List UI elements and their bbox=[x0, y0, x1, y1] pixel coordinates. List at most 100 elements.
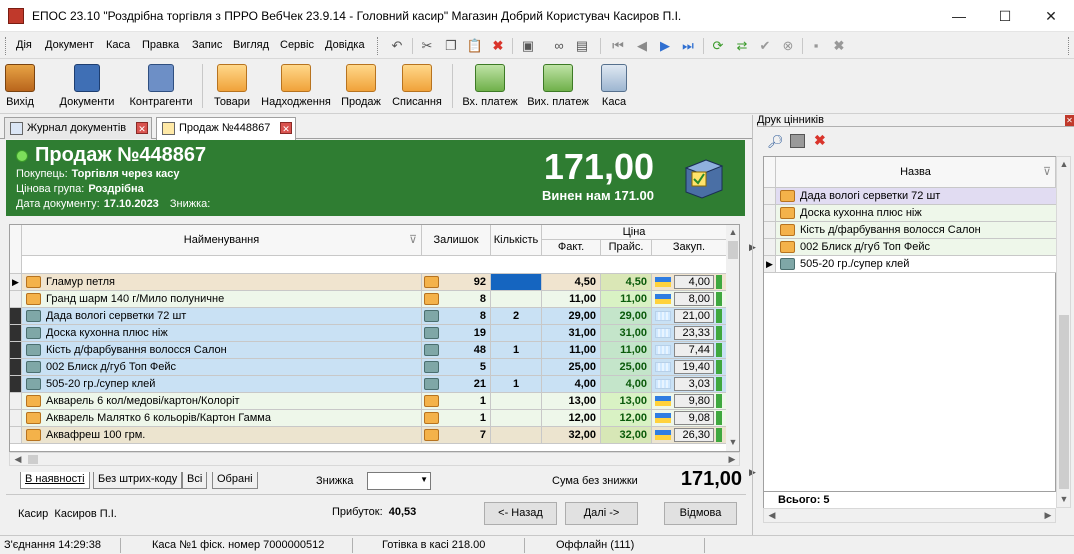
cell-list[interactable]: 13,00 bbox=[601, 393, 652, 409]
table-row[interactable]: Кість д/фарбування волосся Салон 48 1 11,00… bbox=[10, 342, 739, 359]
purchase-box[interactable]: 3,03 bbox=[674, 377, 714, 391]
list-item[interactable]: ▶ 505-20 гр./супер клей bbox=[764, 256, 1056, 273]
menu-view[interactable]: Вигляд bbox=[233, 39, 269, 51]
cancel-icon[interactable]: ⊗ bbox=[779, 37, 797, 55]
cell-purchase[interactable]: 19,40 bbox=[652, 359, 727, 375]
row-indicator[interactable] bbox=[10, 291, 22, 307]
menu-action[interactable]: Дія bbox=[16, 39, 32, 51]
next-icon[interactable]: ▶ bbox=[656, 37, 674, 55]
sale-button[interactable]: Продаж bbox=[338, 62, 384, 112]
cash-register-icon[interactable] bbox=[682, 154, 726, 200]
header-list[interactable]: Прайс. bbox=[601, 240, 652, 256]
refresh-list-icon[interactable]: ⇄ bbox=[733, 37, 751, 55]
row-indicator[interactable] bbox=[10, 427, 22, 443]
row-indicator[interactable] bbox=[10, 342, 22, 358]
row-indicator[interactable] bbox=[764, 239, 776, 255]
close-tab-icon[interactable]: ✕ bbox=[136, 122, 148, 134]
purchase-box[interactable]: 7,44 bbox=[674, 343, 714, 357]
outgoing-payment-button[interactable]: Вих. платеж bbox=[526, 62, 590, 112]
scroll-down-icon[interactable]: ▼ bbox=[1057, 494, 1071, 504]
table-row[interactable]: Аквафреш 100 грм. 7 32,00 32,00 26,30 bbox=[10, 427, 739, 444]
hscroll-thumb[interactable] bbox=[28, 455, 38, 464]
cell-fact[interactable]: 11,00 bbox=[542, 342, 601, 358]
cell-qty[interactable]: 1 bbox=[491, 376, 542, 392]
paste-icon[interactable]: 📋 bbox=[466, 37, 484, 55]
tags-hscrollbar[interactable]: ◀ ▶ bbox=[763, 508, 1056, 523]
list-item[interactable]: 002 Блиск д/губ Топ Фейс bbox=[764, 239, 1056, 256]
cell-purchase[interactable]: 4,00 bbox=[652, 274, 727, 290]
filter-row[interactable] bbox=[22, 256, 727, 274]
cell-list[interactable]: 4,00 bbox=[601, 376, 652, 392]
tab-all[interactable]: Всі bbox=[182, 472, 208, 489]
cell-qty[interactable] bbox=[491, 359, 542, 375]
cell-purchase[interactable]: 23,33 bbox=[652, 325, 727, 341]
grid-hscrollbar[interactable]: ◀ ▶ bbox=[9, 452, 740, 466]
cell-list[interactable]: 29,00 bbox=[601, 308, 652, 324]
list-item[interactable]: Кість д/фарбування волосся Салон bbox=[764, 222, 1056, 239]
cell-stock[interactable]: 1 bbox=[422, 410, 491, 426]
cell-stock[interactable]: 8 bbox=[422, 291, 491, 307]
menu-record[interactable]: Запис bbox=[192, 39, 222, 51]
cell-tag-name[interactable]: Доска кухонна плюс ніж bbox=[776, 205, 1056, 221]
table-row[interactable]: 002 Блиск д/губ Топ Фейс 5 25,00 25,00 19,40 bbox=[10, 359, 739, 376]
cell-list[interactable]: 11,00 bbox=[601, 291, 652, 307]
cell-purchase[interactable]: 21,00 bbox=[652, 308, 727, 324]
row-indicator[interactable] bbox=[10, 308, 22, 324]
binoculars-icon[interactable]: ∞ bbox=[550, 37, 568, 55]
row-indicator[interactable] bbox=[10, 325, 22, 341]
delete-tags-icon[interactable]: ✖ bbox=[814, 132, 826, 149]
cell-fact[interactable]: 29,00 bbox=[542, 308, 601, 324]
scroll-right-icon[interactable]: ▶ bbox=[726, 454, 738, 465]
minimize-button[interactable]: — bbox=[936, 0, 982, 32]
tab-sale[interactable]: Продаж №448867 ✕ bbox=[156, 117, 296, 140]
row-indicator[interactable] bbox=[10, 359, 22, 375]
cell-stock[interactable]: 7 bbox=[422, 427, 491, 443]
cell-qty[interactable] bbox=[491, 291, 542, 307]
cell-name[interactable]: Акварель Малятко 6 кольорів/Картон Гамма bbox=[22, 410, 422, 426]
tab-journal[interactable]: Журнал документів ✕ bbox=[4, 117, 152, 139]
cell-tag-name[interactable]: 505-20 гр./супер клей bbox=[776, 256, 1056, 272]
purchase-box[interactable]: 19,40 bbox=[674, 360, 714, 374]
list-item[interactable]: Доска кухонна плюс ніж bbox=[764, 205, 1056, 222]
cell-list[interactable]: 4,50 bbox=[601, 274, 652, 290]
table-row[interactable]: Гранд шарм 140 г/Мило полуничне 8 11,00 11,… bbox=[10, 291, 739, 308]
close-panel-icon[interactable]: ✕ bbox=[1065, 115, 1074, 126]
cell-fact[interactable]: 12,00 bbox=[542, 410, 601, 426]
cell-tag-name[interactable]: Дада вологі серветки 72 шт bbox=[776, 188, 1056, 204]
scroll-left-icon[interactable]: ◀ bbox=[12, 454, 24, 465]
cell-purchase[interactable]: 26,30 bbox=[652, 427, 727, 443]
cell-stock[interactable]: 19 bbox=[422, 325, 491, 341]
printer-icon[interactable] bbox=[790, 134, 805, 148]
tab-favorites[interactable]: Обрані bbox=[212, 472, 258, 489]
documents-button[interactable]: Документи bbox=[56, 62, 118, 112]
scroll-up-icon[interactable]: ▲ bbox=[726, 227, 739, 237]
header-fact[interactable]: Факт. bbox=[542, 240, 601, 256]
price-group-value[interactable]: Роздрібна bbox=[88, 183, 143, 195]
header-name[interactable]: Найменування ⊽ bbox=[22, 225, 422, 256]
first-icon[interactable]: ⏮ bbox=[609, 37, 627, 55]
close-doc-icon[interactable]: ✖ bbox=[830, 37, 848, 55]
scroll-right-icon[interactable]: ▶ bbox=[1042, 510, 1054, 521]
cell-list[interactable]: 11,00 bbox=[601, 342, 652, 358]
cell-list[interactable]: 12,00 bbox=[601, 410, 652, 426]
cell-fact[interactable]: 25,00 bbox=[542, 359, 601, 375]
row-indicator[interactable] bbox=[764, 222, 776, 238]
purchase-box[interactable]: 4,00 bbox=[674, 275, 714, 289]
row-indicator[interactable] bbox=[10, 410, 22, 426]
tab-in-stock[interactable]: В наявності bbox=[20, 472, 90, 489]
print-setup-icon[interactable]: ▤ bbox=[573, 37, 591, 55]
cut-icon[interactable]: ✂ bbox=[418, 37, 436, 55]
cash-button[interactable]: Каса bbox=[596, 62, 632, 112]
cell-name[interactable]: Дада вологі серветки 72 шт bbox=[22, 308, 422, 324]
cell-list[interactable]: 32,00 bbox=[601, 427, 652, 443]
cell-stock[interactable]: 5 bbox=[422, 359, 491, 375]
undo-icon[interactable]: ↶ bbox=[388, 37, 406, 55]
purchase-box[interactable]: 9,08 bbox=[674, 411, 714, 425]
cell-name[interactable]: 002 Блиск д/губ Топ Фейс bbox=[22, 359, 422, 375]
menu-help[interactable]: Довідка bbox=[325, 39, 365, 51]
cell-fact[interactable]: 4,50 bbox=[542, 274, 601, 290]
table-row[interactable]: Акварель 6 кол/медові/картон/Колорiт 1 13,… bbox=[10, 393, 739, 410]
scroll-up-icon[interactable]: ▲ bbox=[1057, 159, 1071, 169]
cell-name[interactable]: Доска кухонна плюс ніж bbox=[22, 325, 422, 341]
cell-fact[interactable]: 11,00 bbox=[542, 291, 601, 307]
